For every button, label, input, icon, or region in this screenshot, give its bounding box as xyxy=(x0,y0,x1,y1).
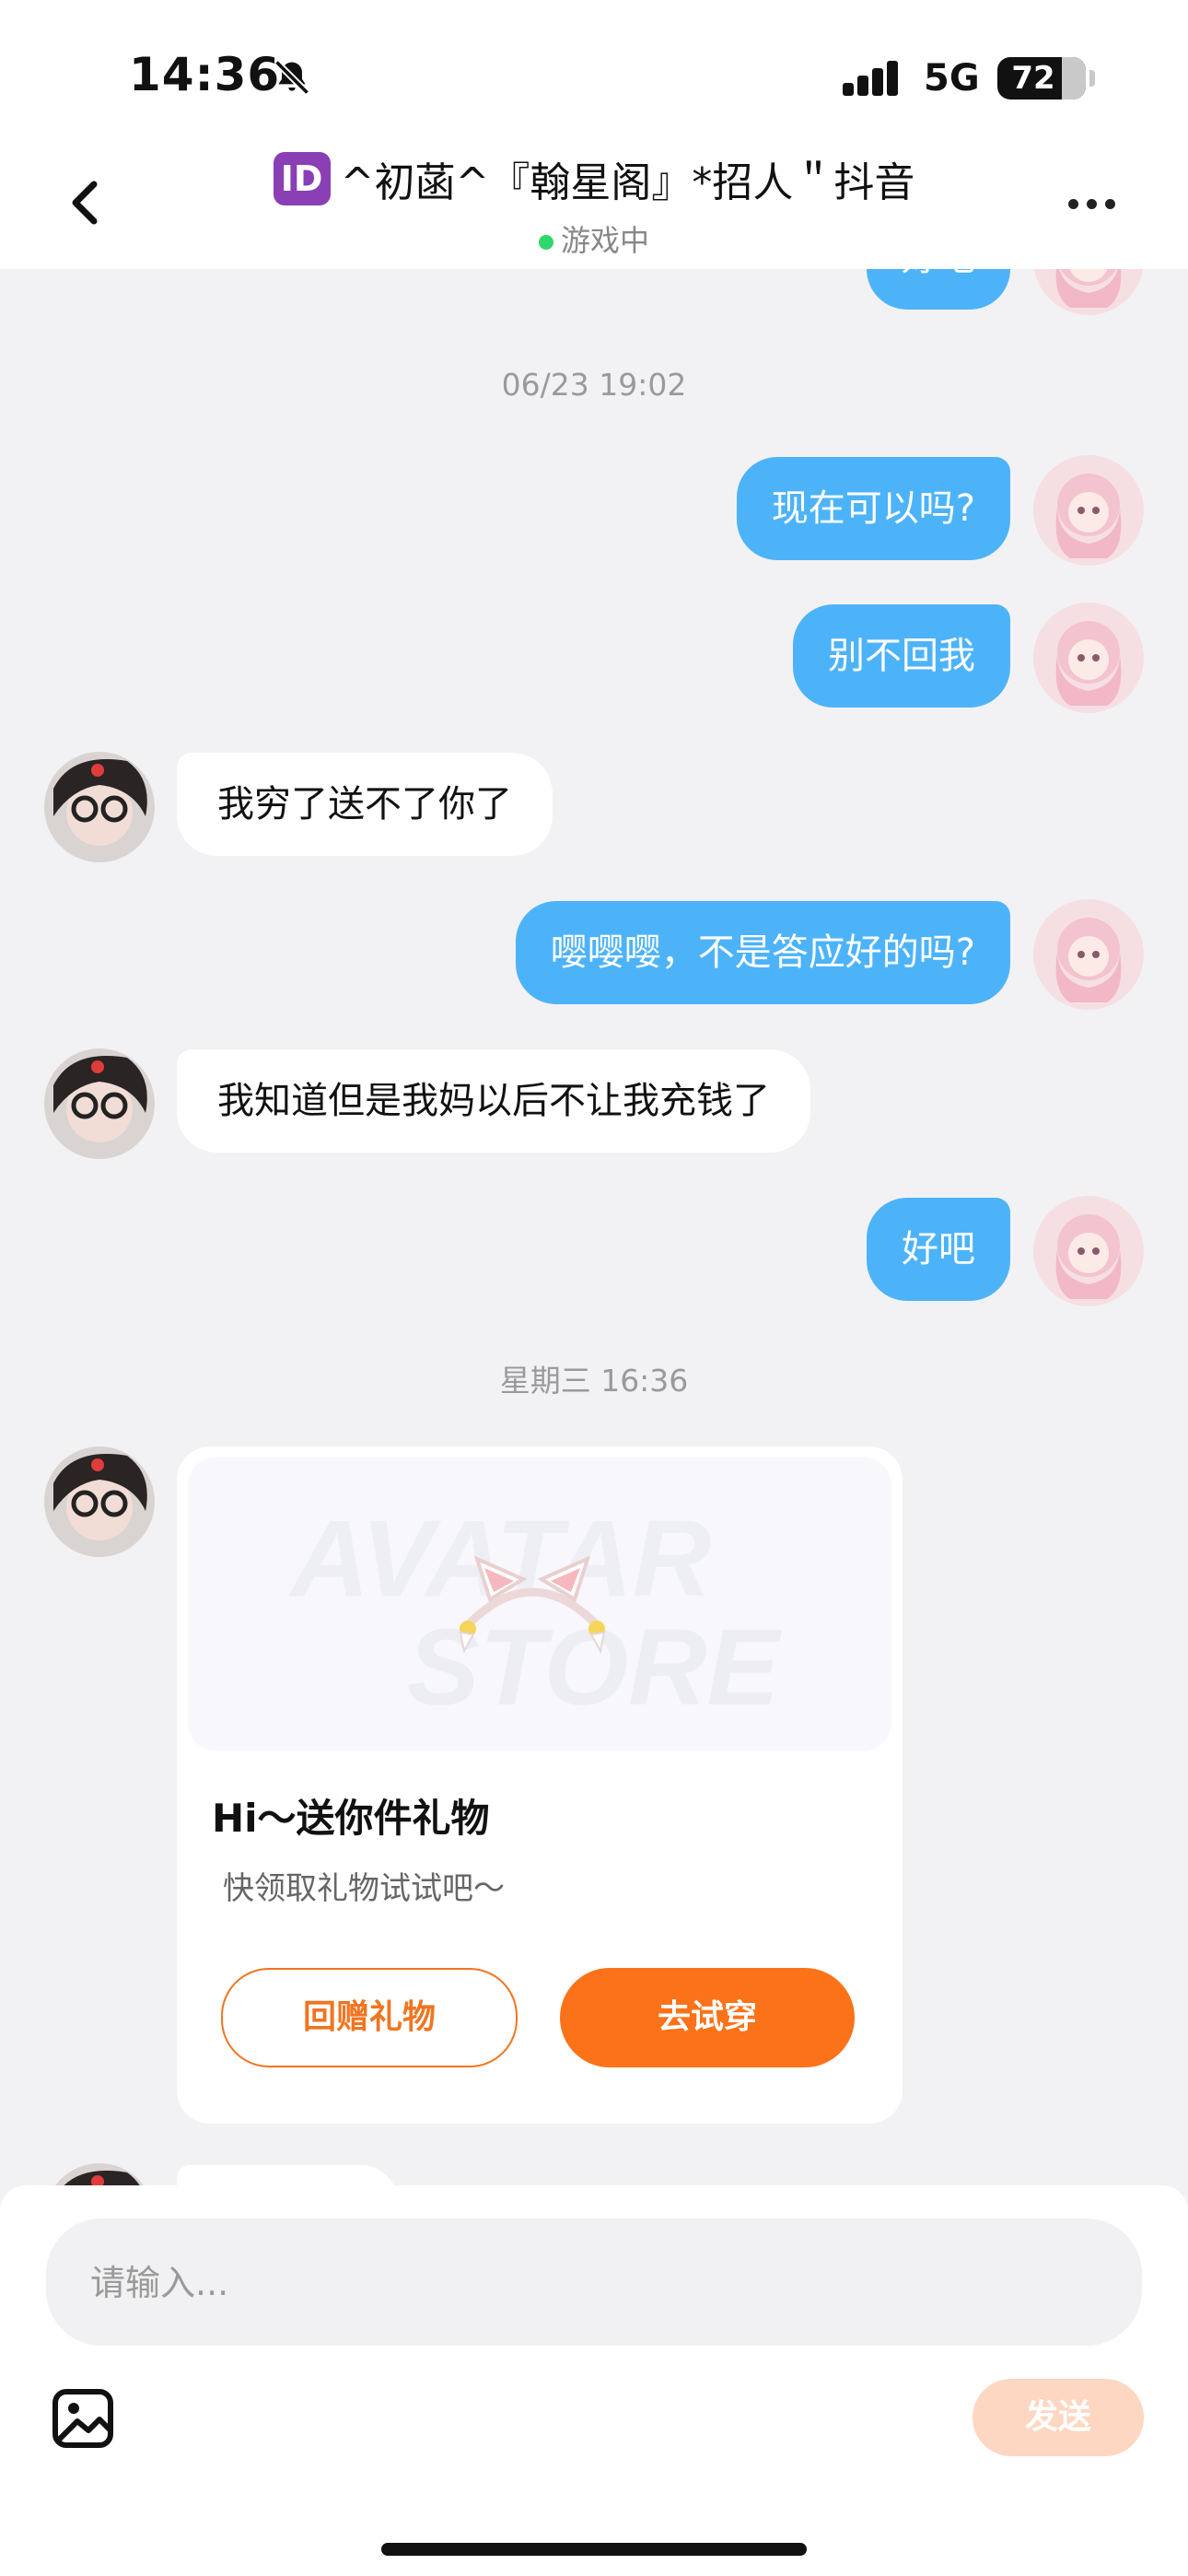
status-text: 游戏中 xyxy=(560,223,649,258)
my-avatar[interactable] xyxy=(1033,455,1144,566)
gift-card[interactable]: AVATAR STORE Hi～送你件礼物 快领取礼物试试吧～ 回赠礼物 去试穿 xyxy=(177,1446,903,2124)
image-icon[interactable] xyxy=(52,2388,114,2449)
status-bar: 14:36 5G 72 xyxy=(0,0,1188,138)
gift-banner: AVATAR STORE xyxy=(188,1458,891,1751)
timestamp: 星期三 16:36 xyxy=(499,1363,689,1399)
signal-icon xyxy=(843,61,898,96)
id-badge: ID xyxy=(273,152,331,205)
gift-subtitle: 快领取礼物试试吧～ xyxy=(223,1870,505,1907)
contact-avatar[interactable] xyxy=(44,1446,155,1557)
message-bubble-incoming[interactable]: 我知道但是我妈以后不让我充钱了 xyxy=(177,1049,810,1153)
message-input-wrapper[interactable] xyxy=(46,2219,1142,2348)
contact-avatar[interactable] xyxy=(44,1048,155,1159)
timestamp: 06/23 19:02 xyxy=(501,367,687,403)
composer-bar: 发送 xyxy=(0,2185,1188,2576)
more-dots-icon[interactable] xyxy=(1068,195,1124,214)
message-bubble-incoming[interactable]: 我穷了送不了你了 xyxy=(177,753,553,856)
chat-header: ID ^初菡^『翰星阁』*招人＂抖音 游戏中 xyxy=(0,138,1188,269)
gift-title: Hi～送你件礼物 xyxy=(212,1796,490,1841)
try-on-button[interactable]: 去试穿 xyxy=(560,1968,855,2067)
contact-avatar[interactable] xyxy=(44,752,155,862)
mute-bell-icon xyxy=(274,59,310,96)
message-bubble-outgoing[interactable]: 现在可以吗? xyxy=(736,457,1010,560)
message-bubble-outgoing[interactable]: 别不回我 xyxy=(793,604,1010,708)
my-avatar[interactable] xyxy=(1033,899,1144,1010)
cat-ear-headband-icon xyxy=(459,1555,606,1654)
battery-level: 72 xyxy=(1011,60,1055,97)
message-bubble-outgoing[interactable]: 嘤嘤嘤，不是答应好的吗? xyxy=(515,901,1010,1004)
battery-indicator: 72 xyxy=(997,57,1086,100)
send-button[interactable]: 发送 xyxy=(973,2379,1144,2456)
battery-tip xyxy=(1089,70,1095,87)
message-input[interactable] xyxy=(88,2219,1105,2348)
chat-title-area[interactable]: ID ^初菡^『翰星阁』*招人＂抖音 游戏中 xyxy=(138,149,1050,260)
message-bubble-outgoing[interactable]: 好吧 xyxy=(867,1198,1010,1301)
chat-title: ^初菡^『翰星阁』*招人＂抖音 xyxy=(340,159,915,206)
online-dot xyxy=(538,235,553,250)
return-gift-button[interactable]: 回赠礼物 xyxy=(221,1968,518,2067)
back-chevron-icon[interactable] xyxy=(57,175,112,230)
online-status: 游戏中 xyxy=(138,217,1050,260)
network-type: 5G xyxy=(924,57,980,100)
my-avatar[interactable] xyxy=(1033,603,1144,713)
home-indicator xyxy=(381,2543,807,2556)
status-time: 14:36 xyxy=(129,48,281,101)
my-avatar[interactable] xyxy=(1033,1196,1144,1306)
